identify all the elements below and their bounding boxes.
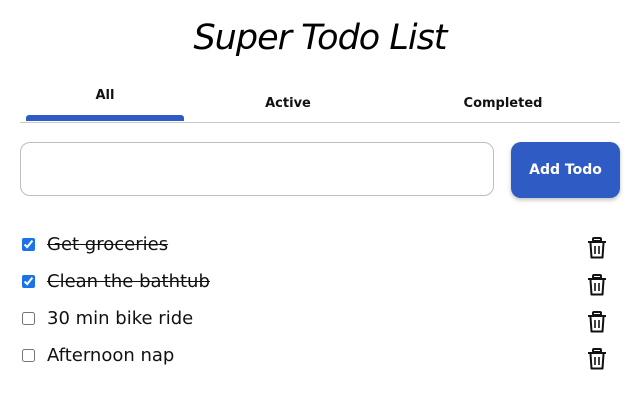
trash-icon[interactable]: [587, 274, 607, 296]
todo-text: Clean the bathtub: [47, 271, 210, 292]
tab-active-indicator: [26, 115, 184, 121]
todo-text: Get groceries: [47, 234, 169, 255]
tab-completed-label: Completed: [463, 96, 543, 111]
tab-all-label: All: [95, 88, 115, 103]
todo-checkbox[interactable]: [22, 312, 35, 325]
todo-item: Get groceries: [22, 228, 620, 265]
todo-item: Afternoon nap: [22, 339, 620, 376]
todo-checkbox[interactable]: [22, 349, 35, 362]
tab-completed[interactable]: Completed: [400, 82, 606, 122]
tab-active-label: Active: [265, 96, 311, 111]
todo-item: 30 min bike ride: [22, 302, 620, 339]
todo-text: 30 min bike ride: [47, 308, 194, 329]
tab-active[interactable]: Active: [208, 82, 368, 122]
new-todo-input[interactable]: [20, 142, 494, 196]
add-todo-button[interactable]: Add Todo: [511, 142, 620, 198]
todo-list: Get groceries Clean the bathtub 30 min b…: [22, 228, 620, 376]
app-title: Super Todo List: [193, 18, 447, 58]
trash-icon[interactable]: [587, 348, 607, 370]
filter-tabs: All Active Completed: [20, 82, 620, 123]
todo-text: Afternoon nap: [47, 345, 175, 366]
trash-icon[interactable]: [587, 237, 607, 259]
todo-checkbox[interactable]: [22, 238, 35, 251]
trash-icon[interactable]: [587, 311, 607, 333]
todo-checkbox[interactable]: [22, 275, 35, 288]
todo-item: Clean the bathtub: [22, 265, 620, 302]
